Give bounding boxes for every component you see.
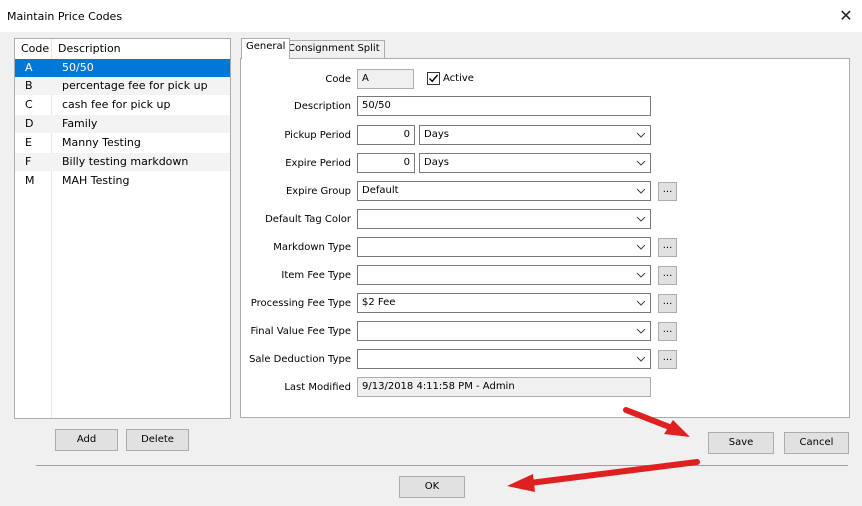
item-fee-type-select[interactable]: [357, 265, 651, 285]
default-tag-color-label: Default Tag Color: [265, 214, 351, 225]
markdown-type-ellipsis-button[interactable]: ...: [658, 238, 677, 257]
delete-button[interactable]: Delete: [126, 429, 189, 451]
chevron-down-icon: [636, 328, 646, 334]
list-item-code: C: [25, 98, 33, 111]
expire-period-field[interactable]: 0: [357, 153, 415, 173]
ok-button[interactable]: OK: [399, 476, 465, 498]
list-item-description: 50/50: [62, 61, 94, 74]
list-item[interactable]: M MAH Testing: [15, 172, 230, 190]
processing-fee-type-ellipsis-button[interactable]: ...: [658, 294, 677, 313]
item-fee-type-ellipsis-button[interactable]: ...: [658, 266, 677, 285]
arrow-icon: [507, 459, 700, 492]
title-bar: Maintain Price Codes ✕: [0, 0, 862, 32]
list-item-code: E: [25, 136, 32, 149]
list-header: Code Description: [15, 39, 230, 58]
list-item[interactable]: F Billy testing markdown: [15, 153, 230, 171]
list-item-description: percentage fee for pick up: [62, 79, 208, 92]
chevron-down-icon: [636, 160, 646, 166]
list-item-code: F: [25, 155, 32, 168]
list-item[interactable]: B percentage fee for pick up: [15, 77, 230, 95]
default-tag-color-select[interactable]: [357, 209, 651, 229]
code-label: Code: [325, 74, 351, 85]
footer-separator: [36, 465, 848, 466]
chevron-down-icon: [636, 188, 646, 194]
processing-fee-type-value: $2 Fee: [362, 297, 396, 308]
list-item[interactable]: C cash fee for pick up: [15, 96, 230, 114]
pickup-period-label: Pickup Period: [284, 130, 351, 141]
processing-fee-type-label: Processing Fee Type: [250, 298, 351, 309]
list-item-description: cash fee for pick up: [62, 98, 171, 111]
pickup-unit-value: Days: [424, 129, 449, 140]
list-item-code: D: [25, 117, 34, 130]
last-modified-field: 9/13/2018 4:11:58 PM - Admin: [357, 377, 651, 397]
chevron-down-icon: [636, 272, 646, 278]
sale-deduction-type-ellipsis-button[interactable]: ...: [658, 350, 677, 369]
list-item-code: M: [25, 174, 35, 187]
code-field: A: [357, 69, 414, 89]
chevron-down-icon: [636, 132, 646, 138]
final-value-fee-type-ellipsis-button[interactable]: ...: [658, 322, 677, 341]
list-item-description: Manny Testing: [62, 136, 141, 149]
active-checkbox[interactable]: [427, 72, 440, 85]
processing-fee-type-select[interactable]: $2 Fee: [357, 293, 651, 313]
expire-group-select[interactable]: Default: [357, 181, 651, 201]
save-button[interactable]: Save: [708, 432, 774, 454]
final-value-fee-type-select[interactable]: [357, 321, 651, 341]
expire-period-label: Expire Period: [285, 158, 351, 169]
chevron-down-icon: [636, 356, 646, 362]
checkmark-icon: [428, 74, 439, 83]
pickup-period-field[interactable]: 0: [357, 125, 415, 145]
list-item[interactable]: A 50/50: [15, 59, 230, 77]
list-item-description: Family: [62, 117, 98, 130]
tab-general[interactable]: General: [241, 38, 291, 59]
expire-group-label: Expire Group: [285, 186, 351, 197]
expire-unit-select[interactable]: Days: [419, 153, 651, 173]
expire-group-value: Default: [362, 185, 399, 196]
markdown-type-label: Markdown Type: [273, 242, 351, 253]
chevron-down-icon: [636, 244, 646, 250]
list-item-code: B: [25, 79, 33, 92]
cancel-button[interactable]: Cancel: [784, 432, 849, 454]
window-title: Maintain Price Codes: [7, 10, 123, 23]
price-code-list[interactable]: Code Description A 50/50 B percentage fe…: [14, 38, 231, 419]
item-fee-type-label: Item Fee Type: [281, 270, 351, 281]
final-value-fee-type-label: Final Value Fee Type: [250, 326, 351, 337]
description-label: Description: [294, 101, 351, 112]
add-button[interactable]: Add: [55, 429, 118, 451]
active-label: Active: [443, 73, 474, 84]
close-icon[interactable]: ✕: [838, 8, 854, 24]
chevron-down-icon: [636, 216, 646, 222]
tab-consignment-split[interactable]: Consignment Split: [283, 40, 385, 59]
markdown-type-select[interactable]: [357, 237, 651, 257]
list-item-code: A: [25, 61, 33, 74]
list-item-description: MAH Testing: [62, 174, 130, 187]
price-codes-dialog: Maintain Price Codes ✕ Code Description …: [0, 0, 862, 506]
list-item-description: Billy testing markdown: [62, 155, 189, 168]
description-field[interactable]: 50/50: [357, 96, 651, 116]
expire-group-ellipsis-button[interactable]: ...: [658, 182, 677, 201]
pickup-unit-select[interactable]: Days: [419, 125, 651, 145]
sale-deduction-type-label: Sale Deduction Type: [249, 354, 351, 365]
expire-unit-value: Days: [424, 157, 449, 168]
column-header-code[interactable]: Code: [21, 42, 49, 55]
list-item[interactable]: D Family: [15, 115, 230, 133]
sale-deduction-type-select[interactable]: [357, 349, 651, 369]
last-modified-label: Last Modified: [284, 382, 351, 393]
chevron-down-icon: [636, 300, 646, 306]
list-item[interactable]: E Manny Testing: [15, 134, 230, 152]
column-header-description[interactable]: Description: [58, 42, 121, 55]
